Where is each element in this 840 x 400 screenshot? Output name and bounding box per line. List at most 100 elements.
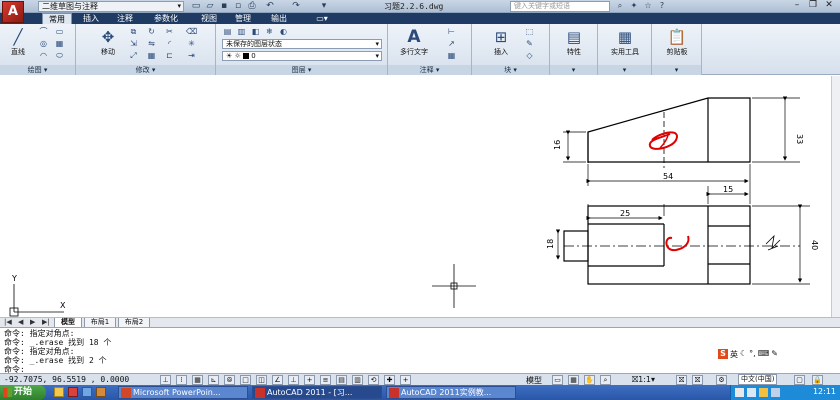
array-icon[interactable]: ▦: [146, 51, 157, 61]
clipboard-button[interactable]: 📋 剪贴板: [654, 27, 700, 57]
annotation-panel-title[interactable]: 注释 ▾: [388, 65, 471, 75]
print-icon[interactable]: ⎙: [246, 1, 258, 12]
ime-toolbar[interactable]: S 英 ☾ °, ⌨ ✎: [718, 349, 778, 359]
task-autocad-tutorial[interactable]: AutoCAD 2011实例教...: [386, 386, 516, 399]
tray-volume-icon[interactable]: [747, 388, 756, 397]
search-input[interactable]: 键入关键字或短语: [510, 1, 610, 12]
draw-panel-title[interactable]: 绘图 ▾: [0, 65, 75, 75]
mirror-icon[interactable]: ⇋: [146, 39, 157, 49]
vertical-scrollbar[interactable]: [831, 76, 840, 317]
ellipse-icon[interactable]: ⬭: [54, 51, 65, 61]
task-autocad-drawing[interactable]: AutoCAD 2011 - [习...: [252, 386, 382, 399]
communication-center-icon[interactable]: ✦: [628, 1, 640, 12]
linear-dimension-icon[interactable]: ⊢: [446, 27, 457, 37]
pan-icon[interactable]: ✋: [584, 375, 595, 385]
tray-app-icon[interactable]: [759, 388, 768, 397]
ortho-mode-icon[interactable]: ⊾: [208, 375, 219, 385]
favorites-icon[interactable]: ☆: [642, 1, 654, 12]
save-as-icon[interactable]: ▫: [232, 1, 244, 12]
tray-network-icon[interactable]: [735, 388, 744, 397]
circle-icon[interactable]: ◎: [38, 39, 49, 49]
tab-annotate[interactable]: 注释: [110, 13, 140, 24]
redo-icon[interactable]: ↷: [290, 1, 302, 12]
fillet-icon[interactable]: ◜: [164, 39, 175, 49]
object-snap-tracking-icon[interactable]: ∠: [272, 375, 283, 385]
new-file-icon[interactable]: ▭: [190, 1, 202, 12]
offset-icon[interactable]: ⊏: [164, 51, 175, 61]
grid-display-icon[interactable]: ▦: [192, 375, 203, 385]
clock[interactable]: 12:11: [813, 387, 836, 396]
close-button[interactable]: ✕: [822, 0, 836, 12]
stretch-icon[interactable]: ⇲: [128, 39, 139, 49]
line-button[interactable]: ╱ 直线: [4, 27, 32, 57]
create-block-icon[interactable]: ⬚: [524, 27, 535, 37]
layers-panel-title[interactable]: 图层 ▾: [216, 65, 387, 75]
restore-button[interactable]: ❐: [806, 0, 820, 12]
clean-screen-icon[interactable]: ▢: [794, 375, 805, 385]
layer-iso-icon[interactable]: ◧: [250, 27, 261, 37]
prev-tab-icon[interactable]: ◀: [18, 318, 23, 326]
tab-manage[interactable]: 管理: [228, 13, 258, 24]
tab-view[interactable]: 视图: [194, 13, 224, 24]
dynamic-ucs-icon[interactable]: ⊥: [288, 375, 299, 385]
last-tab-icon[interactable]: ▶|: [42, 318, 50, 326]
scale-icon[interactable]: ⤢: [128, 51, 139, 61]
application-menu-button[interactable]: A: [2, 1, 24, 23]
properties-button[interactable]: ▤ 特性: [554, 27, 594, 57]
save-icon[interactable]: ▪: [218, 1, 230, 12]
lock-icon[interactable]: 🔒: [812, 375, 823, 385]
tray-app2-icon[interactable]: [771, 388, 780, 397]
properties-panel-title[interactable]: ▾: [550, 65, 597, 75]
show-desktop-icon[interactable]: [54, 387, 64, 397]
utilities-panel-title[interactable]: ▾: [598, 65, 651, 75]
copy-icon[interactable]: ⧉: [128, 27, 139, 37]
explode-icon[interactable]: ✳: [186, 39, 197, 49]
quick-view-drawings-icon[interactable]: ▦: [568, 375, 579, 385]
tab-home[interactable]: 常用: [42, 13, 72, 24]
snap-mode-icon[interactable]: ⁞: [176, 375, 187, 385]
auto-scale-icon[interactable]: ⛝: [692, 375, 703, 385]
annotation-visibility-icon[interactable]: ⛝: [676, 375, 687, 385]
quicklaunch-autocad-icon[interactable]: [68, 387, 78, 397]
clipboard-panel-title[interactable]: ▾: [652, 65, 701, 75]
layer-freeze-icon[interactable]: ❄: [264, 27, 275, 37]
transparency-icon[interactable]: ▤: [336, 375, 347, 385]
quick-view-layouts-icon[interactable]: ▭: [552, 375, 563, 385]
quick-properties-icon[interactable]: ▥: [352, 375, 363, 385]
extend-icon[interactable]: ⇥: [186, 51, 197, 61]
object-snap-icon[interactable]: □: [240, 375, 251, 385]
lineweight-icon[interactable]: ≡: [320, 375, 331, 385]
infer-constraints-icon[interactable]: ⊥: [160, 375, 171, 385]
layer-state-icon[interactable]: ▥: [236, 27, 247, 37]
quicklaunch-browser-icon[interactable]: [82, 387, 92, 397]
language-indicator[interactable]: 中文(中国): [738, 374, 778, 385]
minimize-button[interactable]: –: [790, 0, 804, 12]
workspace-dropdown[interactable]: 二维草图与注释 ▾: [38, 1, 184, 12]
start-button[interactable]: 开始: [0, 385, 46, 400]
task-powerpoint[interactable]: Microsoft PowerPoin...: [118, 386, 248, 399]
undo-icon[interactable]: ↶: [264, 1, 276, 12]
layer-properties-icon[interactable]: ▤: [222, 27, 233, 37]
attribute-icon[interactable]: ◇: [524, 51, 535, 61]
move-button[interactable]: ✥ 移动: [94, 27, 122, 57]
table-icon[interactable]: ▦: [446, 51, 457, 61]
open-file-icon[interactable]: ▱: [204, 1, 216, 12]
tab-output[interactable]: 输出: [264, 13, 294, 24]
dynamic-input-icon[interactable]: +: [304, 375, 315, 385]
current-layer-dropdown[interactable]: ☀ ☼ 0 ▾: [222, 51, 382, 61]
rectangle-icon[interactable]: ▭: [54, 27, 65, 37]
annotation-monitor-icon[interactable]: ✚: [384, 375, 395, 385]
layer-off-icon[interactable]: ◐: [278, 27, 289, 37]
workspace-switching-icon[interactable]: ⚙: [716, 375, 727, 385]
first-tab-icon[interactable]: |◀: [4, 318, 12, 326]
search-icon[interactable]: ⌕: [614, 1, 626, 12]
edit-block-icon[interactable]: ✎: [524, 39, 535, 49]
insert-button[interactable]: ⊞ 插入: [486, 27, 516, 57]
tab-insert[interactable]: 插入: [76, 13, 106, 24]
utilities-button[interactable]: ▦ 实用工具: [600, 27, 650, 57]
annotation-scale-readout[interactable]: ⛝1:1▾: [632, 375, 655, 385]
layer-state-dropdown[interactable]: 未保存的图层状态 ▾: [222, 39, 382, 49]
hatch-icon[interactable]: ▦: [54, 39, 65, 49]
polar-tracking-icon[interactable]: ⦾: [224, 375, 235, 385]
annotation-scale-icon[interactable]: +: [400, 375, 411, 385]
